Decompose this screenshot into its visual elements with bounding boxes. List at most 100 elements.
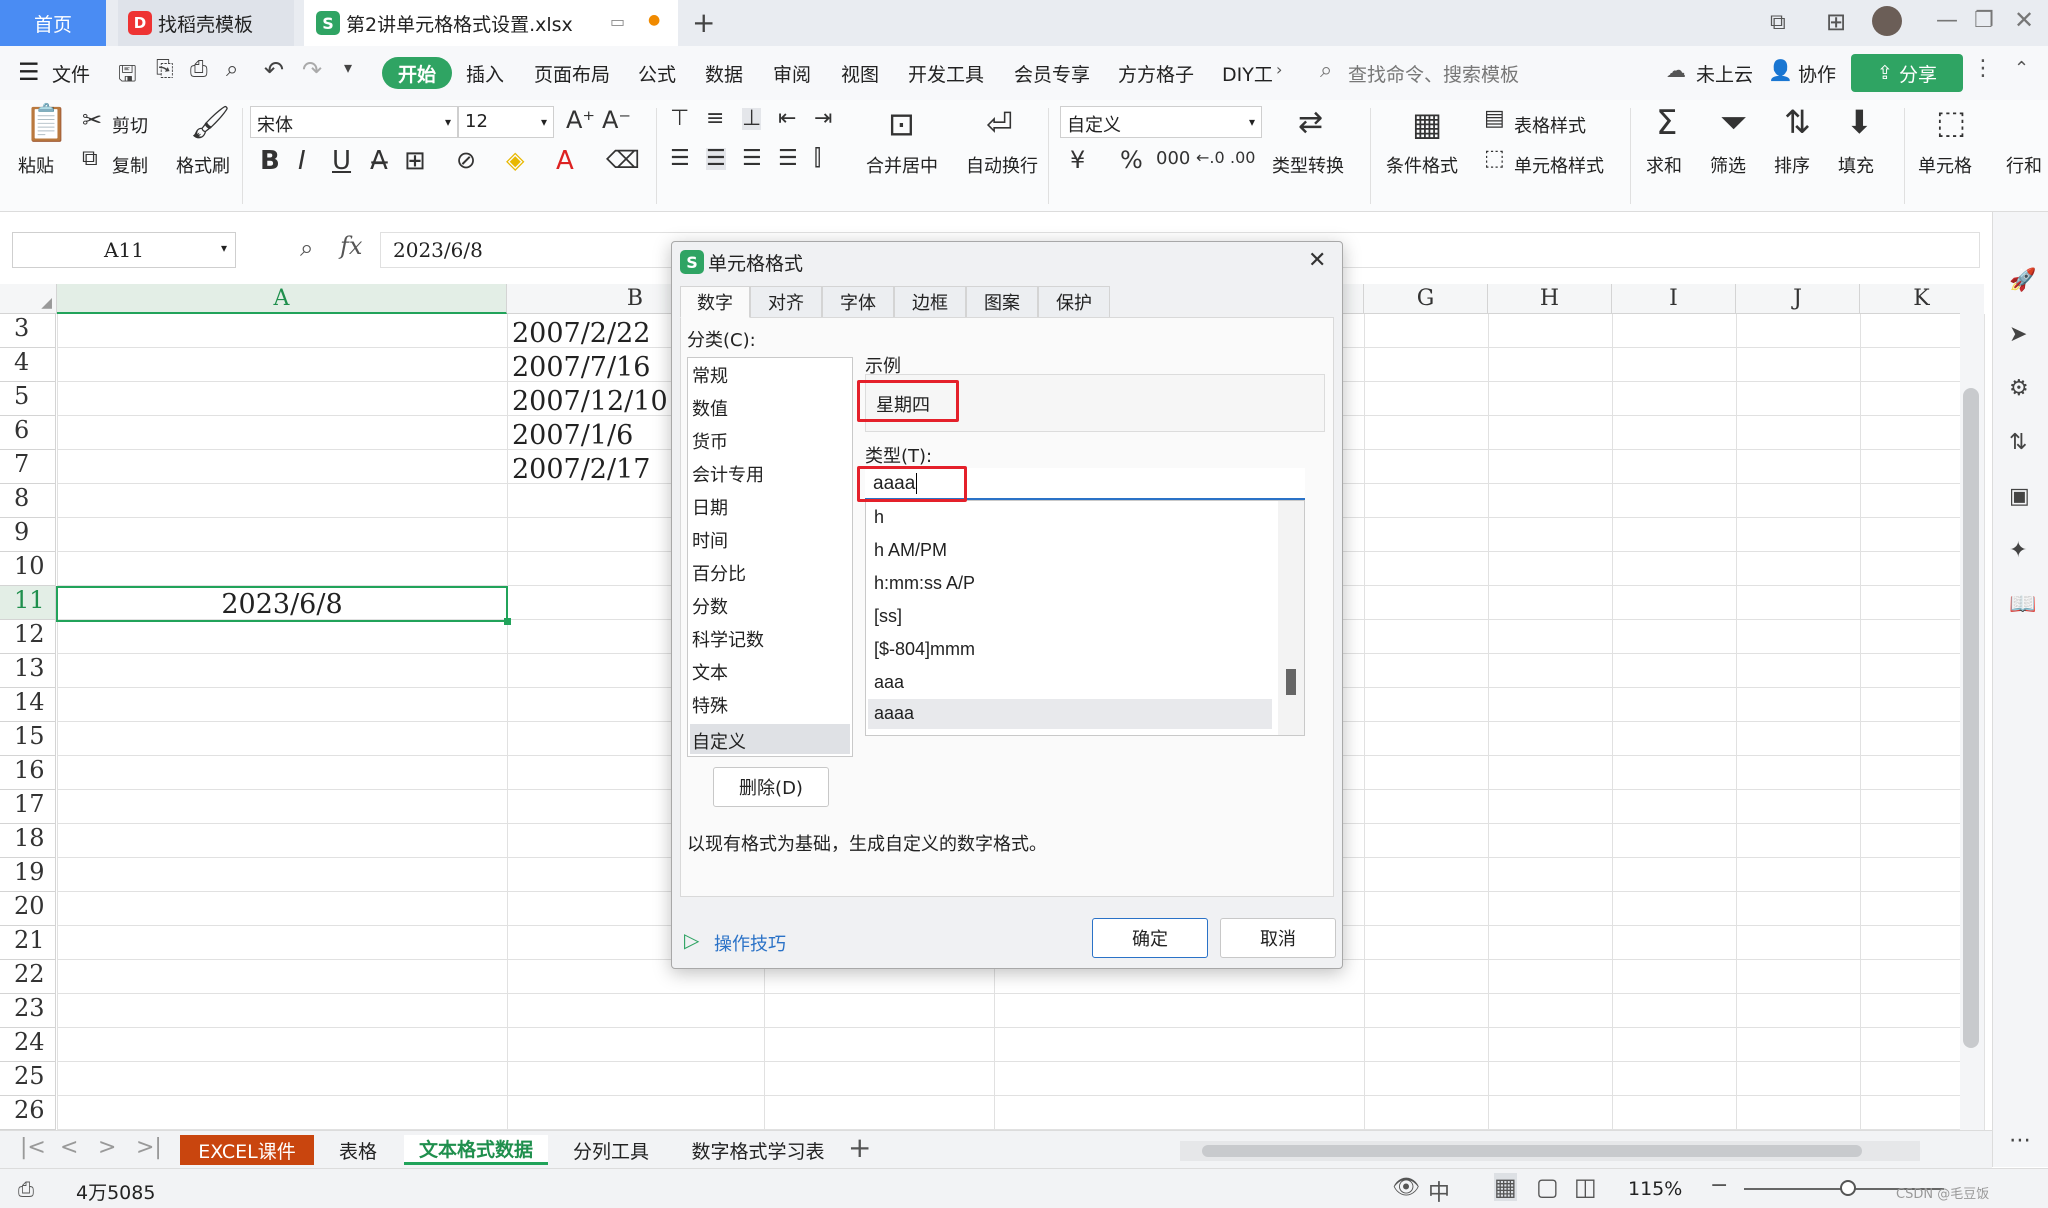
sum-icon[interactable]: Σ [1656, 106, 1677, 140]
cut-icon[interactable]: ✂ [82, 108, 102, 132]
name-box[interactable]: A11 ▾ [12, 232, 236, 268]
format-painter-label[interactable]: 格式刷 [176, 152, 230, 178]
sum-label[interactable]: 求和 [1646, 152, 1682, 178]
delete-button[interactable]: 删除(D) [713, 767, 829, 807]
row-header[interactable]: 16 [0, 756, 56, 790]
zoom-slider-handle[interactable] [1840, 1180, 1856, 1196]
thousands-icon[interactable]: 000 [1156, 150, 1190, 168]
dialog-close-icon[interactable]: ✕ [1308, 248, 1326, 273]
add-sheet-button[interactable]: + [848, 1131, 871, 1164]
macro-icon[interactable]: ⎙ [18, 1177, 34, 1201]
cell-b4[interactable]: 2007/7/16 [512, 352, 650, 383]
type-item-aaaa[interactable]: aaaa [874, 703, 914, 724]
new-tab-button[interactable]: + [692, 6, 715, 39]
special-char-icon[interactable]: ⊘ [456, 148, 476, 172]
row-header[interactable]: 12 [0, 620, 56, 654]
fill-label[interactable]: 填充 [1838, 152, 1874, 178]
rows-cols-label[interactable]: 行和 [2006, 152, 2042, 178]
sheet-tab-split[interactable]: 分列工具 [554, 1135, 668, 1165]
type-item[interactable]: [ss] [874, 606, 902, 627]
copy-label[interactable]: 复制 [112, 152, 148, 178]
menu-member[interactable]: 会员专享 [1014, 60, 1090, 87]
cells-icon[interactable]: ⬚ [1936, 106, 1966, 138]
category-item[interactable]: 百分比 [692, 560, 746, 586]
category-item[interactable]: 会计专用 [692, 461, 764, 487]
cell-b5[interactable]: 2007/12/10 [512, 386, 668, 417]
menu-developer[interactable]: 开发工具 [908, 60, 984, 87]
row-header[interactable]: 6 [0, 416, 56, 450]
avatar[interactable] [1872, 6, 1902, 36]
dialog-tab-alignment[interactable]: 对齐 [750, 286, 822, 318]
clear-format-icon[interactable]: ⌫ [606, 148, 640, 172]
preview-icon[interactable]: ⌕ [226, 57, 238, 82]
table-style-label[interactable]: 表格样式 [1514, 112, 1586, 138]
dialog-tab-pattern[interactable]: 图案 [966, 286, 1038, 318]
row-header[interactable]: 9 [0, 518, 56, 552]
save-icon[interactable]: 🖫 [118, 57, 137, 95]
page-view-icon[interactable]: ▢ [1536, 1173, 1559, 1201]
category-item[interactable]: 数值 [692, 395, 728, 421]
col-header-a[interactable]: A [57, 284, 507, 314]
col-header-g[interactable]: G [1364, 284, 1488, 314]
minimize-icon[interactable]: — [1936, 8, 1958, 33]
table-style-icon[interactable]: ▤ [1484, 108, 1505, 130]
row-header[interactable]: 15 [0, 722, 56, 756]
distributed-icon[interactable]: ⫿ [814, 148, 821, 170]
settings-sliders-icon[interactable]: ⚙ [2009, 376, 2029, 401]
menu-formula[interactable]: 公式 [638, 60, 676, 87]
cells-label[interactable]: 单元格 [1918, 152, 1972, 178]
fill-handle[interactable] [504, 618, 511, 625]
dialog-tab-protection[interactable]: 保护 [1038, 286, 1110, 318]
row-header[interactable]: 11 [0, 586, 56, 620]
category-item[interactable]: 分数 [692, 593, 728, 619]
sort-label[interactable]: 排序 [1774, 152, 1810, 178]
play-tips-icon[interactable]: ▷ [684, 928, 699, 952]
monitor-icon[interactable]: ▭ [610, 12, 625, 31]
zoom-out-icon[interactable]: − [1710, 1173, 1728, 1198]
export-icon[interactable]: ⎘ [156, 57, 174, 82]
vertical-scrollbar[interactable] [1960, 284, 1984, 1130]
merge-center-icon[interactable]: ⊡ [888, 108, 915, 140]
row-header[interactable]: 26 [0, 1096, 56, 1130]
collab-button[interactable]: 协作 [1798, 60, 1836, 87]
row-header[interactable]: 17 [0, 790, 56, 824]
row-header[interactable]: 24 [0, 1028, 56, 1062]
type-item[interactable]: h:mm:ss A/P [874, 573, 975, 594]
wrap-text-icon[interactable]: ⏎ [986, 108, 1013, 140]
page-break-icon[interactable]: ◫ [1574, 1173, 1597, 1201]
menu-file[interactable]: 文件 [52, 60, 90, 87]
select-all-corner[interactable]: ◢ [0, 284, 57, 314]
menu-start[interactable]: 开始 [382, 57, 452, 89]
indent-increase-icon[interactable]: ⇥ [814, 108, 832, 130]
fill-color-icon[interactable]: ◈ [506, 148, 524, 172]
more-dots-icon[interactable]: ⋯ [2009, 1128, 2031, 1153]
sort-panel-icon[interactable]: ⇅ [2009, 430, 2027, 455]
menu-data[interactable]: 数据 [705, 60, 743, 87]
fill-icon[interactable]: ⬇ [1846, 106, 1873, 138]
type-item[interactable]: aaa [874, 672, 904, 693]
menu-diy[interactable]: DIY工 [1222, 60, 1273, 87]
dialog-tab-number[interactable]: 数字 [680, 286, 750, 318]
hamburger-icon[interactable]: ☰ [18, 58, 40, 86]
menu-view[interactable]: 视图 [841, 60, 879, 87]
font-size-select[interactable]: 12 ▾ [458, 106, 554, 138]
cloud-status[interactable]: 未上云 [1696, 60, 1753, 87]
undo-icon[interactable]: ↶ [264, 56, 284, 84]
eye-protection-icon[interactable]: 👁 [1392, 1175, 1420, 1200]
decrease-decimal-icon[interactable]: .00 [1230, 150, 1255, 166]
tab-home[interactable]: 首页 [0, 0, 106, 46]
sheet-tab-table[interactable]: 表格 [318, 1135, 398, 1165]
row-header[interactable]: 4 [0, 348, 56, 382]
row-header[interactable]: 5 [0, 382, 56, 416]
increase-decimal-icon[interactable]: ←.0 [1196, 150, 1225, 166]
col-header-i[interactable]: I [1612, 284, 1736, 314]
sheet-tab-excel[interactable]: EXCEL课件 [180, 1135, 314, 1165]
row-header[interactable]: 22 [0, 960, 56, 994]
cursor-icon[interactable]: ➤ [2009, 322, 2027, 347]
last-sheet-icon[interactable]: >| [136, 1135, 162, 1160]
row-header[interactable]: 23 [0, 994, 56, 1028]
type-list-scrollbar[interactable] [1278, 501, 1304, 735]
indent-decrease-icon[interactable]: ⇤ [778, 108, 796, 130]
merge-center-label[interactable]: 合并居中 [866, 152, 938, 178]
input-method-icon[interactable]: 中 [1428, 1175, 1450, 1207]
